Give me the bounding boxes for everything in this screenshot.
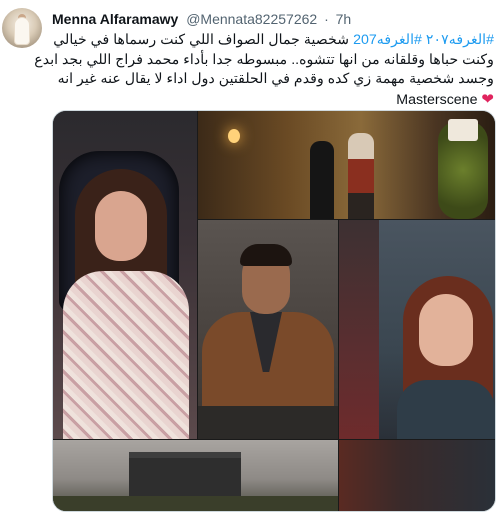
body-shape	[397, 380, 495, 439]
face-shape	[95, 191, 147, 261]
tweet-text: #الغرفه٢٠٧ #الغرفه207 شخصية جمال الصواف …	[34, 31, 494, 111]
ground-shape	[53, 496, 338, 511]
media-photo-house-landscape[interactable]	[53, 440, 338, 511]
lamp-shape	[228, 129, 240, 143]
media-photo-man-portrait[interactable]	[198, 220, 338, 439]
media-photo-bottom-right[interactable]	[339, 440, 495, 511]
red-heart-icon: ❤	[481, 90, 494, 108]
woman-figure	[310, 141, 334, 219]
tweet-text-line-2: وكنت حباها وقلقانه من انها تتشوه.. مبسوط…	[34, 51, 494, 68]
hair-shape	[240, 244, 292, 266]
tweet-header: Menna Alfaramawy @Mennata82257262 · 7h	[52, 9, 494, 29]
foreground-blur-shape	[339, 220, 379, 439]
table-shape	[198, 406, 338, 439]
profile-avatar[interactable]	[2, 8, 42, 48]
media-photo-restaurant-scene[interactable]	[198, 111, 495, 219]
lamp-shade-shape	[448, 119, 478, 141]
display-name[interactable]: Menna Alfaramawy	[52, 11, 178, 27]
face-shape	[419, 294, 473, 366]
tweet-text-line-1: #الغرفه٢٠٧ #الغرفه207 شخصية جمال الصواف …	[52, 31, 494, 51]
hashtag-links[interactable]: #الغرفه٢٠٧ #الغرفه207	[353, 32, 494, 48]
tweet[interactable]: Menna Alfaramawy @Mennata82257262 · 7h #…	[0, 0, 502, 512]
user-handle[interactable]: @Mennata82257262	[186, 11, 317, 27]
tweet-text-line-1-rest: شخصية جمال الصواف اللي كنت رسماها في خيا…	[53, 32, 354, 48]
blouse-shape	[63, 271, 189, 439]
media-grid[interactable]	[52, 110, 496, 512]
media-photo-woman-chair[interactable]	[53, 111, 197, 439]
avatar-figure-dress	[15, 18, 29, 44]
timestamp[interactable]: 7h	[336, 11, 352, 27]
tweet-text-line-3: وجسد شخصية مهمة زي كده وقدم في الحلقتين …	[57, 71, 494, 87]
tweet-text-line-4: Masterscene ❤	[52, 90, 494, 111]
masterscene-text: Masterscene	[396, 91, 478, 108]
man-figure	[348, 133, 374, 219]
media-photo-woman-portrait[interactable]	[339, 220, 495, 439]
separator-dot: ·	[324, 11, 329, 27]
